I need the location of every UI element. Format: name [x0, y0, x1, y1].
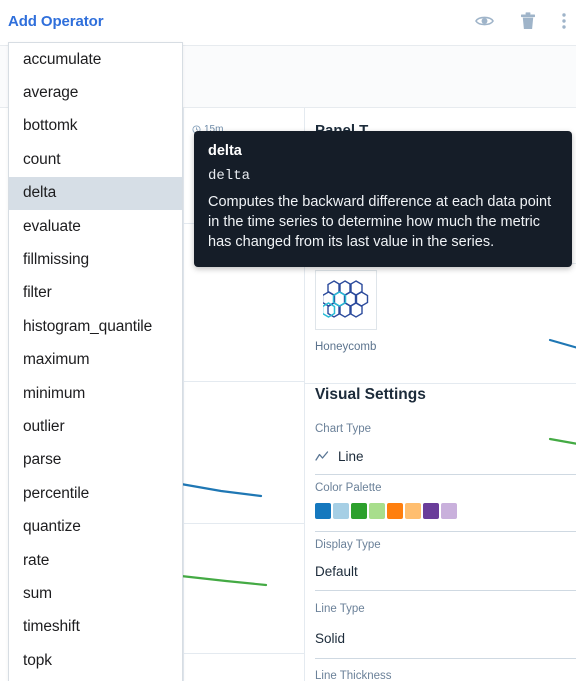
operator-option-fillmissing[interactable]: fillmissing — [9, 243, 182, 276]
operator-option-outlier[interactable]: outlier — [9, 410, 182, 443]
field-label-chart-type: Chart Type — [315, 423, 372, 435]
visual-settings-title: Visual Settings — [315, 386, 426, 403]
add-operator-link[interactable]: Add Operator — [8, 13, 104, 30]
operator-option-histogram_quantile[interactable]: histogram_quantile — [9, 310, 182, 343]
field-label-line-thickness: Line Thickness — [315, 670, 392, 681]
operator-option-minimum[interactable]: minimum — [9, 377, 182, 410]
sparkline-green-right — [548, 437, 576, 445]
operator-option-rate[interactable]: rate — [9, 544, 182, 577]
sparkline-blue-right — [548, 338, 576, 349]
color-swatch-2[interactable] — [351, 503, 367, 519]
field-value-chart-type[interactable]: Line — [315, 449, 364, 464]
field-underline — [315, 658, 576, 659]
tooltip-description: Computes the backward difference at each… — [208, 194, 552, 250]
row-divider — [184, 523, 304, 524]
line-chart-icon — [315, 450, 329, 461]
kebab-menu-icon[interactable] — [562, 13, 566, 29]
operator-option-parse[interactable]: parse — [9, 444, 182, 477]
eye-icon[interactable] — [475, 14, 494, 28]
integration-name: Honeycomb — [315, 341, 377, 353]
operator-dropdown-list[interactable]: accumulate average bottomk count delta evalua… — [8, 42, 183, 681]
operator-option-bottomk[interactable]: bottomk — [9, 110, 182, 143]
operator-option-maximum[interactable]: maximum — [9, 344, 182, 377]
color-swatch-7[interactable] — [441, 503, 457, 519]
field-underline — [315, 590, 576, 591]
operator-option-timeshift[interactable]: timeshift — [9, 611, 182, 644]
app-root: 15m Panel T — [0, 0, 576, 681]
field-value-display-type[interactable]: Default — [315, 564, 358, 579]
field-label-display-type: Display Type — [315, 539, 381, 551]
color-palette-swatches[interactable] — [315, 503, 457, 519]
operator-option-evaluate[interactable]: evaluate — [9, 210, 182, 243]
operator-option-sum[interactable]: sum — [9, 577, 182, 610]
top-toolbar: Add Operator — [0, 0, 576, 46]
color-swatch-0[interactable] — [315, 503, 331, 519]
field-label-color-palette: Color Palette — [315, 482, 382, 494]
field-label-line-type: Line Type — [315, 603, 365, 615]
operator-option-percentile[interactable]: percentile — [9, 477, 182, 510]
tooltip-title: delta — [208, 143, 242, 159]
section-divider — [305, 383, 576, 384]
color-swatch-4[interactable] — [387, 503, 403, 519]
operator-option-topk[interactable]: topk — [9, 644, 182, 677]
toolbar-icon-group — [475, 12, 566, 30]
operator-option-filter[interactable]: filter — [9, 277, 182, 310]
operator-option-delta[interactable]: delta — [9, 176, 182, 210]
operator-option-average[interactable]: average — [9, 76, 182, 109]
tooltip-signature: delta — [208, 168, 251, 184]
row-divider — [184, 381, 304, 382]
color-swatch-5[interactable] — [405, 503, 421, 519]
chart-type-text: Line — [338, 449, 364, 464]
sparkline-blue — [179, 482, 263, 498]
operator-option-count[interactable]: count — [9, 143, 182, 176]
color-swatch-3[interactable] — [369, 503, 385, 519]
operator-tooltip: delta delta Computes the backward differ… — [194, 131, 572, 267]
color-swatch-6[interactable] — [423, 503, 439, 519]
color-swatch-1[interactable] — [333, 503, 349, 519]
row-divider — [184, 653, 304, 654]
field-underline — [315, 474, 576, 475]
honeycomb-icon — [323, 280, 369, 318]
field-underline — [315, 531, 576, 532]
operator-option-accumulate[interactable]: accumulate — [9, 43, 182, 76]
operator-option-quantize[interactable]: quantize — [9, 510, 182, 543]
field-value-line-type[interactable]: Solid — [315, 631, 345, 646]
integration-card-honeycomb[interactable] — [315, 270, 377, 330]
trash-icon[interactable] — [520, 12, 536, 30]
sparkline-green — [179, 574, 268, 587]
